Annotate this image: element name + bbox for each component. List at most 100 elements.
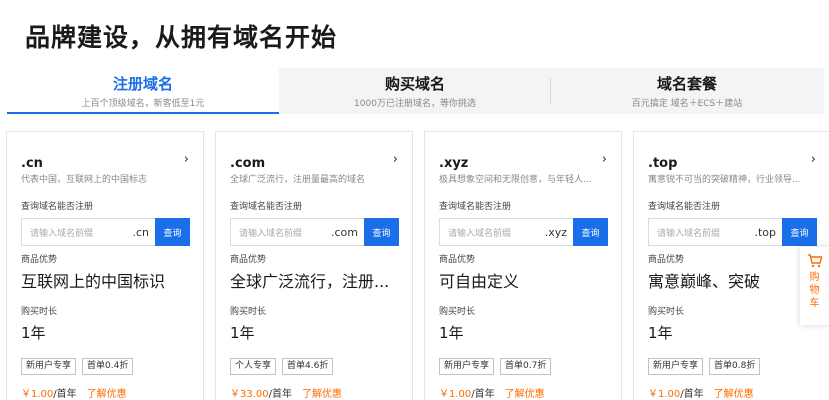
- input-suffix: .top: [754, 225, 776, 239]
- price-unit: /首年: [268, 389, 293, 400]
- domain-suffix: .com: [230, 156, 266, 171]
- domain-card-xyz: .xyz › 极具想象空间和无限创意，与年轻人... 查询域名能否注册 请输入域…: [424, 131, 622, 400]
- duration-label: 购买时长: [21, 307, 58, 317]
- domain-search-input[interactable]: 请输入域名前缀 .top: [648, 218, 782, 246]
- tab-register-domain[interactable]: 注册域名 上百个顶级域名，新客低至1元: [7, 68, 279, 114]
- search-placeholder: 请输入域名前缀: [657, 228, 721, 239]
- domain-suffix: .xyz: [439, 156, 469, 171]
- card-header[interactable]: .xyz ›: [439, 152, 607, 171]
- duration-value[interactable]: 1年: [21, 322, 46, 343]
- input-suffix: .com: [331, 225, 358, 239]
- advantage-text: 寓意巅峰、突破: [648, 272, 761, 291]
- tab-label: 域名套餐: [656, 75, 717, 93]
- input-suffix: .xyz: [544, 225, 567, 239]
- search-button[interactable]: 查询: [155, 218, 190, 246]
- advantage-text: 可自由定义: [439, 272, 520, 291]
- chevron-right-icon[interactable]: ›: [811, 152, 816, 167]
- domain-search-input[interactable]: 请输入域名前缀 .cn: [21, 218, 155, 246]
- domain-search: 请输入域名前缀 .xyz 查询: [439, 218, 608, 246]
- advantage-label: 商品优势: [439, 255, 476, 265]
- domain-tabs: 注册域名 上百个顶级域名，新客低至1元 购买域名 1000万已注册域名，等你挑选…: [7, 68, 824, 114]
- chevron-right-icon[interactable]: ›: [184, 152, 189, 167]
- duration-label: 购买时长: [439, 307, 476, 317]
- discount-link[interactable]: 了解优惠: [714, 389, 754, 400]
- domain-description: 极具想象空间和无限创意，与年轻人...: [439, 175, 592, 185]
- domain-card-cn: .cn › 代表中国，互联网上的中国标志 查询域名能否注册 请输入域名前缀 .c…: [6, 131, 204, 400]
- promo-badge: 首单0.4折: [82, 358, 134, 375]
- promo-badge: 首单0.8折: [709, 358, 761, 375]
- domain-card-com: .com › 全球广泛流行，注册量最高的域名 查询域名能否注册 请输入域名前缀 …: [215, 131, 413, 400]
- query-label: 查询域名能否注册: [21, 202, 94, 212]
- domain-suffix: .cn: [21, 156, 43, 171]
- price: ￥1.00: [439, 389, 472, 400]
- query-label: 查询域名能否注册: [648, 202, 721, 212]
- query-label: 查询域名能否注册: [230, 202, 303, 212]
- chevron-right-icon[interactable]: ›: [602, 152, 607, 167]
- promo-badge: 新用户专享: [648, 358, 704, 375]
- tab-domain-package[interactable]: 域名套餐 百元搞定 域名＋ECS＋建站: [551, 68, 823, 114]
- promo-badge: 首单0.7折: [500, 358, 552, 375]
- advantage-label: 商品优势: [230, 255, 267, 265]
- page-title: 品牌建设，从拥有域名开始: [25, 23, 338, 52]
- promo-badges: 新用户专享 首单0.8折: [648, 358, 761, 375]
- duration-value[interactable]: 1年: [648, 322, 673, 343]
- input-suffix: .cn: [132, 225, 149, 239]
- advantage-label: 商品优势: [648, 255, 685, 265]
- chevron-right-icon[interactable]: ›: [393, 152, 398, 167]
- domain-search-input[interactable]: 请输入域名前缀 .com: [230, 218, 364, 246]
- price-unit: /首年: [53, 389, 77, 400]
- domain-search: 请输入域名前缀 .cn 查询: [21, 218, 190, 246]
- price: ￥1.00: [648, 389, 681, 400]
- price: ￥33.00: [230, 389, 269, 400]
- shopping-cart-icon: [807, 254, 822, 268]
- domain-description: 代表中国，互联网上的中国标志: [21, 175, 148, 185]
- domain-search: 请输入域名前缀 .top 查询: [648, 218, 817, 246]
- cart-label: 购物车: [809, 272, 820, 309]
- search-button[interactable]: 查询: [782, 218, 817, 246]
- card-header[interactable]: .com ›: [230, 152, 398, 171]
- search-placeholder: 请输入域名前缀: [239, 228, 303, 239]
- promo-badges: 个人专享 首单4.6折: [230, 358, 334, 375]
- tab-label: 注册域名: [112, 75, 173, 93]
- tab-desc: 上百个顶级域名，新客低至1元: [81, 99, 205, 109]
- domain-search-input[interactable]: 请输入域名前缀 .xyz: [439, 218, 573, 246]
- card-header[interactable]: .cn ›: [21, 152, 189, 171]
- search-placeholder: 请输入域名前缀: [30, 228, 94, 239]
- promo-badge: 新用户专享: [439, 358, 495, 375]
- price: ￥1.00: [21, 389, 54, 400]
- price-unit: /首年: [471, 389, 495, 400]
- advantage-text: 互联网上的中国标识: [21, 272, 166, 291]
- tab-label: 购买域名: [384, 75, 445, 93]
- discount-link[interactable]: 了解优惠: [87, 389, 127, 400]
- duration-label: 购买时长: [648, 307, 685, 317]
- domain-description: 全球广泛流行，注册量最高的域名: [230, 175, 366, 185]
- price-row: ￥1.00/首年 了解优惠: [648, 385, 754, 400]
- domain-search: 请输入域名前缀 .com 查询: [230, 218, 399, 246]
- price-row: ￥1.00/首年 了解优惠: [439, 385, 545, 400]
- discount-link[interactable]: 了解优惠: [302, 389, 342, 400]
- tab-desc: 百元搞定 域名＋ECS＋建站: [631, 99, 743, 109]
- duration-value[interactable]: 1年: [230, 322, 255, 343]
- price-unit: /首年: [680, 389, 704, 400]
- tab-desc: 1000万已注册域名，等你挑选: [354, 99, 476, 109]
- promo-badges: 新用户专享 首单0.4折: [21, 358, 134, 375]
- advantage-text: 全球广泛流行，注册...: [230, 272, 390, 291]
- shopping-cart-button[interactable]: 购物车: [800, 247, 829, 325]
- duration-value[interactable]: 1年: [439, 322, 464, 343]
- promo-badge: 个人专享: [230, 358, 277, 375]
- card-header[interactable]: .top ›: [648, 152, 816, 171]
- search-button[interactable]: 查询: [573, 218, 608, 246]
- promo-badges: 新用户专享 首单0.7折: [439, 358, 552, 375]
- price-row: ￥33.00/首年 了解优惠: [230, 385, 342, 400]
- search-button[interactable]: 查询: [364, 218, 399, 246]
- discount-link[interactable]: 了解优惠: [505, 389, 545, 400]
- advantage-label: 商品优势: [21, 255, 58, 265]
- promo-badge: 首单4.6折: [282, 358, 334, 375]
- promo-badge: 新用户专享: [21, 358, 77, 375]
- price-row: ￥1.00/首年 了解优惠: [21, 385, 127, 400]
- search-placeholder: 请输入域名前缀: [448, 228, 512, 239]
- query-label: 查询域名能否注册: [439, 202, 512, 212]
- tab-buy-domain[interactable]: 购买域名 1000万已注册域名，等你挑选: [279, 68, 551, 114]
- domain-description: 寓意锐不可当的突破精神，行业领导...: [648, 175, 801, 185]
- domain-suffix: .top: [648, 156, 678, 171]
